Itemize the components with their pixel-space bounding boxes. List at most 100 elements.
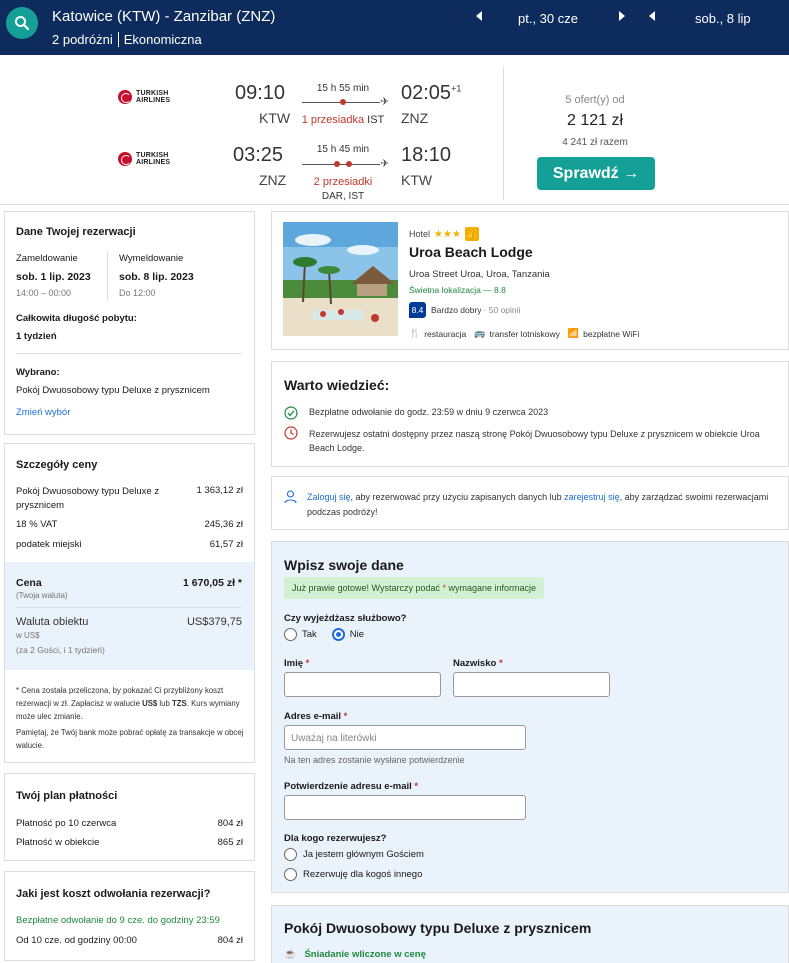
first-name-label: Imię * — [284, 658, 309, 669]
turkish-airlines-logo-icon — [118, 90, 132, 104]
last-name-input[interactable] — [453, 672, 610, 697]
airline-name: AIRLINES — [136, 159, 171, 166]
stopover-airport: IST — [367, 114, 385, 126]
business-yes-radio[interactable] — [284, 628, 297, 641]
review-score: 8.4 — [409, 302, 426, 318]
required-star: * — [305, 658, 310, 669]
required-star: * — [343, 711, 348, 722]
panel-title: Dane Twojej rezerwacji — [16, 226, 136, 238]
room-card: Pokój Dwuosobowy typu Deluxe z prysznice… — [271, 905, 789, 963]
guest-details-form: Wpisz swoje dane Już prawie gotowe! Wyst… — [271, 541, 789, 893]
main-guest-radio[interactable] — [284, 848, 297, 861]
day-offset: +1 — [451, 83, 462, 94]
offer-price: 2 121 zł — [566, 112, 624, 129]
search-button[interactable] — [6, 7, 38, 39]
local-currency-sub: w US$ — [16, 631, 40, 640]
property-type: Hotel — [409, 229, 431, 239]
price-details-panel: Szczegóły ceny Pokój Dwuosobowy typu Del… — [4, 443, 255, 763]
next-depart-date-arrow-icon[interactable] — [619, 11, 625, 21]
note-text: lub — [157, 699, 173, 708]
note-currency: TZS — [172, 699, 187, 708]
form-title: Wpisz swoje dane — [284, 557, 404, 573]
arrival-airport: KTW — [401, 172, 433, 188]
total-price-block: Cena (Twoja waluta) 1 670,05 zł * Waluta… — [5, 562, 254, 670]
divider — [107, 251, 108, 301]
business-trip-label: Czy wyjeżdżasz służbowo? — [284, 613, 407, 624]
bank-fee-note: Pamiętaj, że Twój bank może pobrać opłat… — [16, 728, 244, 750]
register-link[interactable]: zarejestruj się — [564, 492, 620, 502]
notice-text: Już prawie gotowe! Wystarczy podać — [292, 583, 443, 593]
last-name-label: Nazwisko * — [453, 658, 503, 669]
coffee-cup-icon: ☕ — [284, 949, 297, 960]
price-row-value: 245,36 zł — [204, 519, 243, 530]
first-name-input[interactable] — [284, 672, 441, 697]
departure-time: 03:25 — [233, 144, 284, 166]
amenity-label: bezpłatne WiFi — [583, 328, 640, 339]
stop-dot — [334, 161, 340, 167]
panel-title: Jaki jest koszt odwołania rezerwacji? — [16, 888, 211, 900]
business-no-radio[interactable] — [331, 628, 345, 641]
local-currency-value: US$379,75 — [186, 616, 242, 628]
total-value: 1 670,05 zł * — [183, 577, 242, 589]
booking-details-panel: Dane Twojej rezerwacji Zameldowanie sob.… — [4, 211, 255, 435]
stop-dot — [340, 99, 346, 105]
star-rating: ★★★ — [434, 228, 461, 240]
departure-airport: KTW — [259, 110, 291, 126]
card-title: Warto wiedzieć: — [284, 377, 390, 393]
email-input[interactable]: Uważaj na literówki — [284, 725, 526, 750]
departure-time: 09:10 — [235, 82, 286, 104]
airline-name: AIRLINES — [136, 97, 171, 104]
notice-text: wymagane informacje — [446, 583, 537, 593]
airline-name: TURKISH — [136, 90, 169, 97]
search-summary-bar: Katowice (KTW) - Zanzibar (ZNZ) 2 podróż… — [0, 0, 789, 55]
cabin-class[interactable]: Ekonomiczna — [124, 32, 202, 47]
hotel-name[interactable]: Uroa Beach Lodge — [409, 244, 533, 260]
check-offer-button[interactable]: Sprawdź → — [537, 157, 655, 190]
arrival-airport: ZNZ — [401, 110, 429, 126]
divider — [16, 607, 242, 608]
login-link[interactable]: Zaloguj się — [307, 492, 351, 502]
restaurant-icon: 🍴 — [409, 328, 421, 338]
checkout-label: Wymeldowanie — [119, 253, 184, 264]
required-star: * — [414, 781, 419, 792]
payment-plan-panel: Twój plan płatności Płatność po 10 czerw… — [4, 773, 255, 861]
login-prompt-card: Zaloguj się, aby rezerwować przy użyciu … — [271, 476, 789, 530]
checkin-label: Zameldowanie — [16, 253, 78, 264]
travellers-count[interactable]: 2 podróżni — [52, 32, 113, 47]
prev-depart-date-arrow-icon[interactable] — [476, 11, 482, 21]
divider — [117, 32, 119, 47]
plane-icon: ✈ — [380, 158, 390, 170]
stops-count: 1 przesiadka — [301, 114, 365, 126]
total-sub: (Twoja waluta) — [16, 591, 68, 600]
radio-label: Ja jestem głównym Gościem — [303, 849, 424, 860]
depart-date[interactable]: pt., 30 cze — [518, 11, 578, 26]
hotel-photo-image — [283, 222, 398, 336]
return-date[interactable]: sob., 8 lip — [695, 11, 751, 26]
airline-logo: TURKISH AIRLINES — [118, 90, 170, 104]
review-text: Bardzo dobry — [431, 305, 482, 315]
price-row-label: podatek miejski — [16, 539, 82, 550]
plane-icon: ✈ — [380, 96, 390, 108]
user-icon — [284, 490, 297, 504]
someone-else-radio[interactable] — [284, 868, 297, 881]
local-currency-label: Waluta obiektu — [16, 616, 89, 628]
info-item: Bezpłatne odwołanie do godz. 23:59 w dni… — [309, 407, 549, 417]
price-row-value: 1 363,12 zł — [196, 485, 243, 496]
flight-duration: 15 h 45 min — [316, 144, 370, 155]
hotel-photo[interactable] — [283, 222, 398, 336]
confirm-email-input[interactable] — [284, 795, 526, 820]
route-title[interactable]: Katowice (KTW) - Zanzibar (ZNZ) — [52, 8, 275, 25]
required-star: * — [498, 658, 503, 669]
payment-row-label: Płatność w obiekcie — [16, 837, 100, 848]
checkout-date: sob. 8 lip. 2023 — [119, 271, 194, 283]
local-currency-note: (za 2 Gości, i 1 tydzień) — [16, 645, 105, 655]
change-selection-link[interactable]: Zmień wybór — [16, 407, 70, 418]
prev-return-date-arrow-icon[interactable] — [649, 11, 655, 21]
flight-duration: 15 h 55 min — [316, 83, 370, 94]
wifi-icon: 📶 — [567, 328, 580, 338]
flight-offer-card[interactable]: TURKISH AIRLINES 09:10 KTW 15 h 55 min ✈ … — [0, 55, 789, 205]
divider — [503, 67, 504, 200]
stops-count: 2 przesiadki — [313, 176, 373, 188]
price-row-value: 61,57 zł — [209, 539, 243, 550]
breakfast-included: Śniadanie wliczone w cenę — [304, 949, 426, 960]
